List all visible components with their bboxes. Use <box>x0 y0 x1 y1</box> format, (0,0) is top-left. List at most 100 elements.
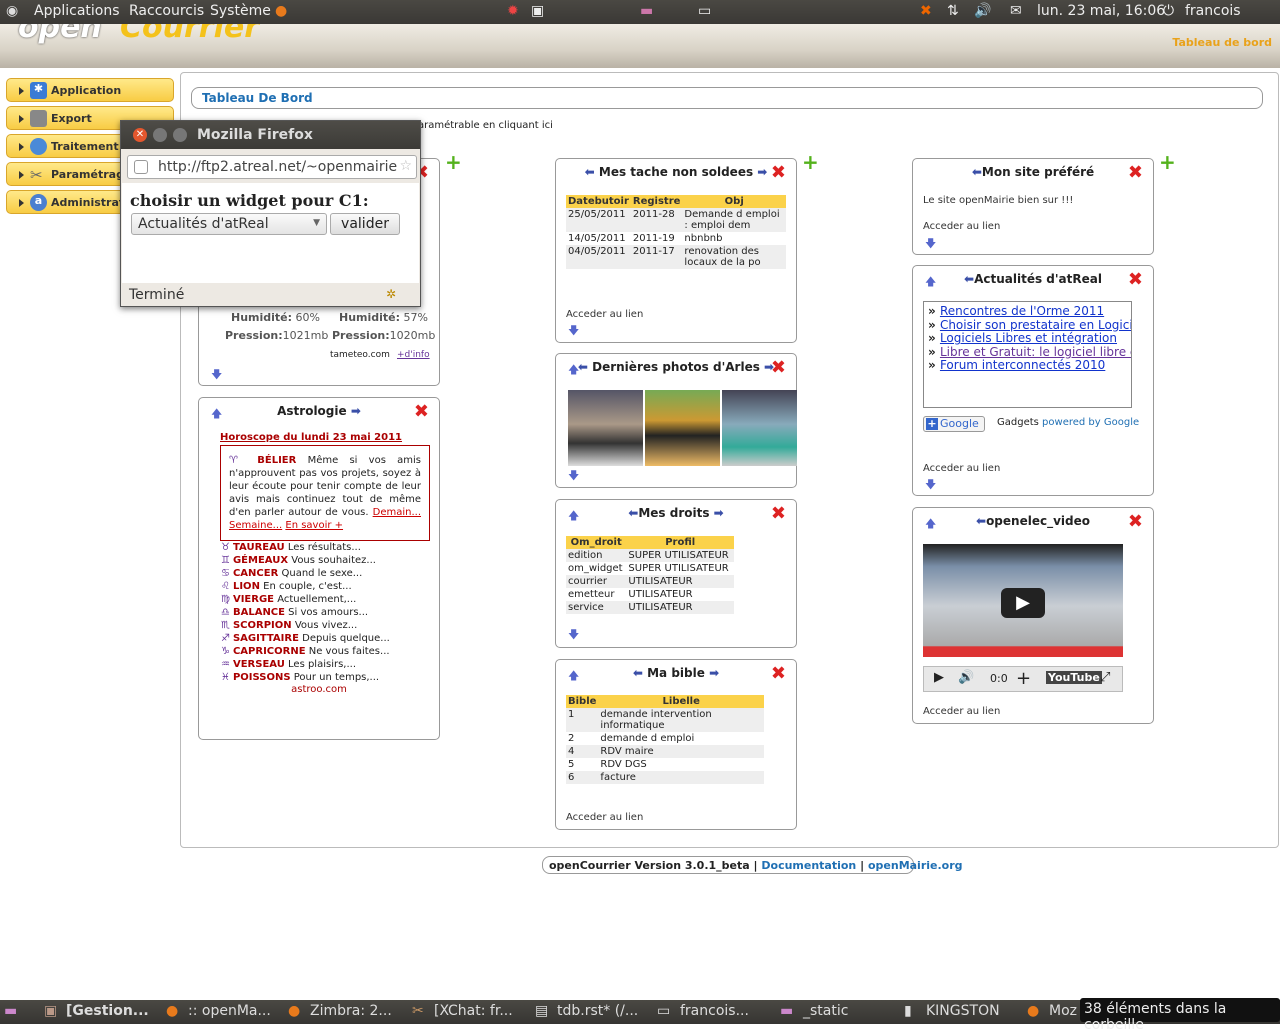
google-add-button[interactable]: + Google <box>923 416 985 432</box>
move-left-icon[interactable]: ⬅ <box>972 165 982 179</box>
valider-button[interactable]: valider <box>330 213 400 235</box>
site-identity-icon[interactable] <box>134 160 148 174</box>
close-icon[interactable]: ✖ <box>771 665 786 683</box>
news-item[interactable]: » Rencontres de l'Orme 2011 <box>928 304 1127 319</box>
sign-item[interactable]: ♎ BALANCE Si vos amours... <box>221 606 431 619</box>
video-link[interactable]: Acceder au lien <box>923 706 1000 717</box>
move-down-icon[interactable]: 🡇 <box>925 235 936 254</box>
close-icon[interactable]: ✖ <box>414 403 429 421</box>
play-icon[interactable]: ▶ <box>934 670 944 685</box>
bible-link[interactable]: Acceder au lien <box>566 812 643 823</box>
move-right-icon[interactable]: ➡ <box>351 404 361 418</box>
network-off-icon[interactable]: ✖ <box>920 3 932 19</box>
volume-icon[interactable]: 🔊 <box>974 3 991 19</box>
move-down-icon[interactable]: 🡇 <box>925 476 936 495</box>
table-row[interactable]: 1 demande intervention informatique <box>566 708 764 732</box>
fullscreen-icon[interactable]: ⤢ <box>1100 670 1110 685</box>
news-link[interactable]: Libre et Gratuit: le logiciel libre et l… <box>940 345 1131 359</box>
photo-1[interactable] <box>568 390 643 466</box>
add-widget-c2-icon[interactable]: + <box>802 152 819 172</box>
bookmark-star-icon[interactable]: ☆ <box>399 158 412 174</box>
task-item[interactable]: [XChat: fr... <box>434 1003 513 1019</box>
news-link[interactable]: Forum interconnectés 2010 <box>940 358 1105 373</box>
task-item[interactable]: francois... <box>680 1003 749 1019</box>
table-row[interactable]: edition SUPER UTILISATEUR <box>566 549 734 562</box>
photo-2[interactable] <box>645 390 720 466</box>
news-item[interactable]: » Forum interconnectés 2010 <box>928 359 1127 373</box>
move-right-icon[interactable]: ➡ <box>709 666 719 680</box>
news-link[interactable]: Rencontres de l'Orme 2011 <box>940 304 1104 318</box>
weather-source[interactable]: tameteo.com <box>330 350 390 360</box>
ubuntu-icon[interactable]: ◉ <box>6 3 18 19</box>
site-link[interactable]: Acceder au lien <box>923 221 1000 232</box>
user-icon[interactable]: ⏻ <box>1163 3 1174 19</box>
table-row[interactable]: emetteur UTILISATEUR <box>566 588 734 601</box>
move-left-icon[interactable]: ⬅ <box>578 360 588 374</box>
dashboard-note[interactable]: aramétrable en cliquant ici <box>418 120 553 131</box>
weather-icon[interactable]: ✹ <box>507 3 519 19</box>
sign-item[interactable]: ♊ GÉMEAUX Vous souhaitez... <box>221 554 431 567</box>
firefox-launcher-icon[interactable]: ● <box>275 3 287 19</box>
close-icon[interactable]: ✖ <box>771 359 786 377</box>
transfer-icon[interactable]: ⇅ <box>947 3 959 19</box>
show-desktop-icon[interactable]: ▬ <box>4 1003 17 1019</box>
task-item[interactable]: _static <box>803 1003 848 1019</box>
sign-item[interactable]: ♋ CANCER Quand le sexe... <box>221 567 431 580</box>
move-down-icon[interactable]: 🡇 <box>211 366 222 385</box>
monitor-icon[interactable]: ▬ <box>640 3 653 19</box>
sign-item[interactable]: ♉ TAUREAU Les résultats... <box>221 541 431 554</box>
user-name[interactable]: francois <box>1185 3 1241 19</box>
table-row[interactable]: 6 facture <box>566 771 764 784</box>
youtube-logo[interactable]: YouTube <box>1046 671 1102 684</box>
move-right-icon[interactable]: ➡ <box>714 506 724 520</box>
move-down-icon[interactable]: 🡇 <box>568 322 579 341</box>
sign-item[interactable]: ♌ LION En couple, c'est... <box>221 580 431 593</box>
sign-item[interactable]: ♏ SCORPION Vous vivez... <box>221 619 431 632</box>
systeme-menu[interactable]: Système <box>210 3 271 19</box>
volume-icon[interactable]: 🔊 <box>958 670 974 685</box>
table-row[interactable]: service UTILISATEUR <box>566 601 734 614</box>
table-row[interactable]: 25/05/2011 2011-28 Demande d emploi : empl… <box>566 208 786 232</box>
add-icon[interactable]: + <box>1016 668 1031 689</box>
table-row[interactable]: 04/05/2011 2011-17 renovation des locaux d… <box>566 245 786 269</box>
clock[interactable]: lun. 23 mai, 16:06 <box>1037 3 1165 19</box>
move-right-icon[interactable]: ➡ <box>757 165 767 179</box>
mail-icon[interactable]: ✉ <box>1010 3 1022 19</box>
move-down-icon[interactable]: 🡇 <box>568 626 579 645</box>
task-item[interactable]: KINGSTON <box>926 1003 1000 1019</box>
close-icon[interactable]: ✖ <box>771 505 786 523</box>
move-down-icon[interactable]: 🡇 <box>568 467 579 486</box>
documentation-link[interactable]: Documentation <box>761 859 856 872</box>
move-left-icon[interactable]: ⬅ <box>633 666 643 680</box>
task-item[interactable]: tdb.rst* (/... <box>557 1003 638 1019</box>
sign-item[interactable]: ♒ VERSEAU Les plaisirs,... <box>221 658 431 671</box>
en-savoir-link[interactable]: En savoir + <box>285 520 343 531</box>
table-row[interactable]: om_widget SUPER UTILISATEUR <box>566 562 734 575</box>
widget-select[interactable]: Actualités d'atReal ▼ <box>131 213 327 235</box>
move-left-icon[interactable]: ⬅ <box>585 165 595 179</box>
sign-item[interactable]: ♍ VIERGE Actuellement,... <box>221 593 431 606</box>
powered-by-google-link[interactable]: powered by Google <box>1042 417 1139 428</box>
tableau-de-bord-link[interactable]: Tableau de bord <box>1172 36 1272 49</box>
sign-item[interactable]: ♐ SAGITTAIRE Depuis quelque... <box>221 632 431 645</box>
news-item[interactable]: » Logiciels Libres et intégration <box>928 331 1127 346</box>
news-item[interactable]: » Choisir son prestataire en Logiciel <box>928 318 1131 333</box>
move-left-icon[interactable]: ⬅ <box>976 514 986 528</box>
window-maximize-icon[interactable] <box>173 128 187 142</box>
close-icon[interactable]: ✖ <box>1128 164 1143 182</box>
menu-application[interactable]: ✱ Application <box>6 78 174 102</box>
task-item[interactable]: :: openMa... <box>188 1003 271 1019</box>
task-item[interactable]: Moz <box>1049 1003 1077 1019</box>
close-icon[interactable]: ✖ <box>1128 271 1143 289</box>
terminal-icon[interactable]: ▭ <box>698 3 711 19</box>
news-link[interactable]: Logiciels Libres et intégration <box>940 331 1117 345</box>
sign-item[interactable]: ♓ POISSONS Pour un temps,... <box>221 671 431 684</box>
move-left-icon[interactable]: ⬅ <box>964 272 974 286</box>
close-icon[interactable]: ✖ <box>1128 513 1143 531</box>
horoscope-date-link[interactable]: Horoscope du lundi 23 mai 2011 <box>220 432 402 443</box>
actu-link[interactable]: Acceder au lien <box>923 463 1000 474</box>
table-row[interactable]: 5 RDV DGS <box>566 758 764 771</box>
astro-source[interactable]: astroo.com <box>199 684 439 695</box>
add-widget-c1-icon[interactable]: + <box>445 152 462 172</box>
table-row[interactable]: 4 RDV maire <box>566 745 764 758</box>
